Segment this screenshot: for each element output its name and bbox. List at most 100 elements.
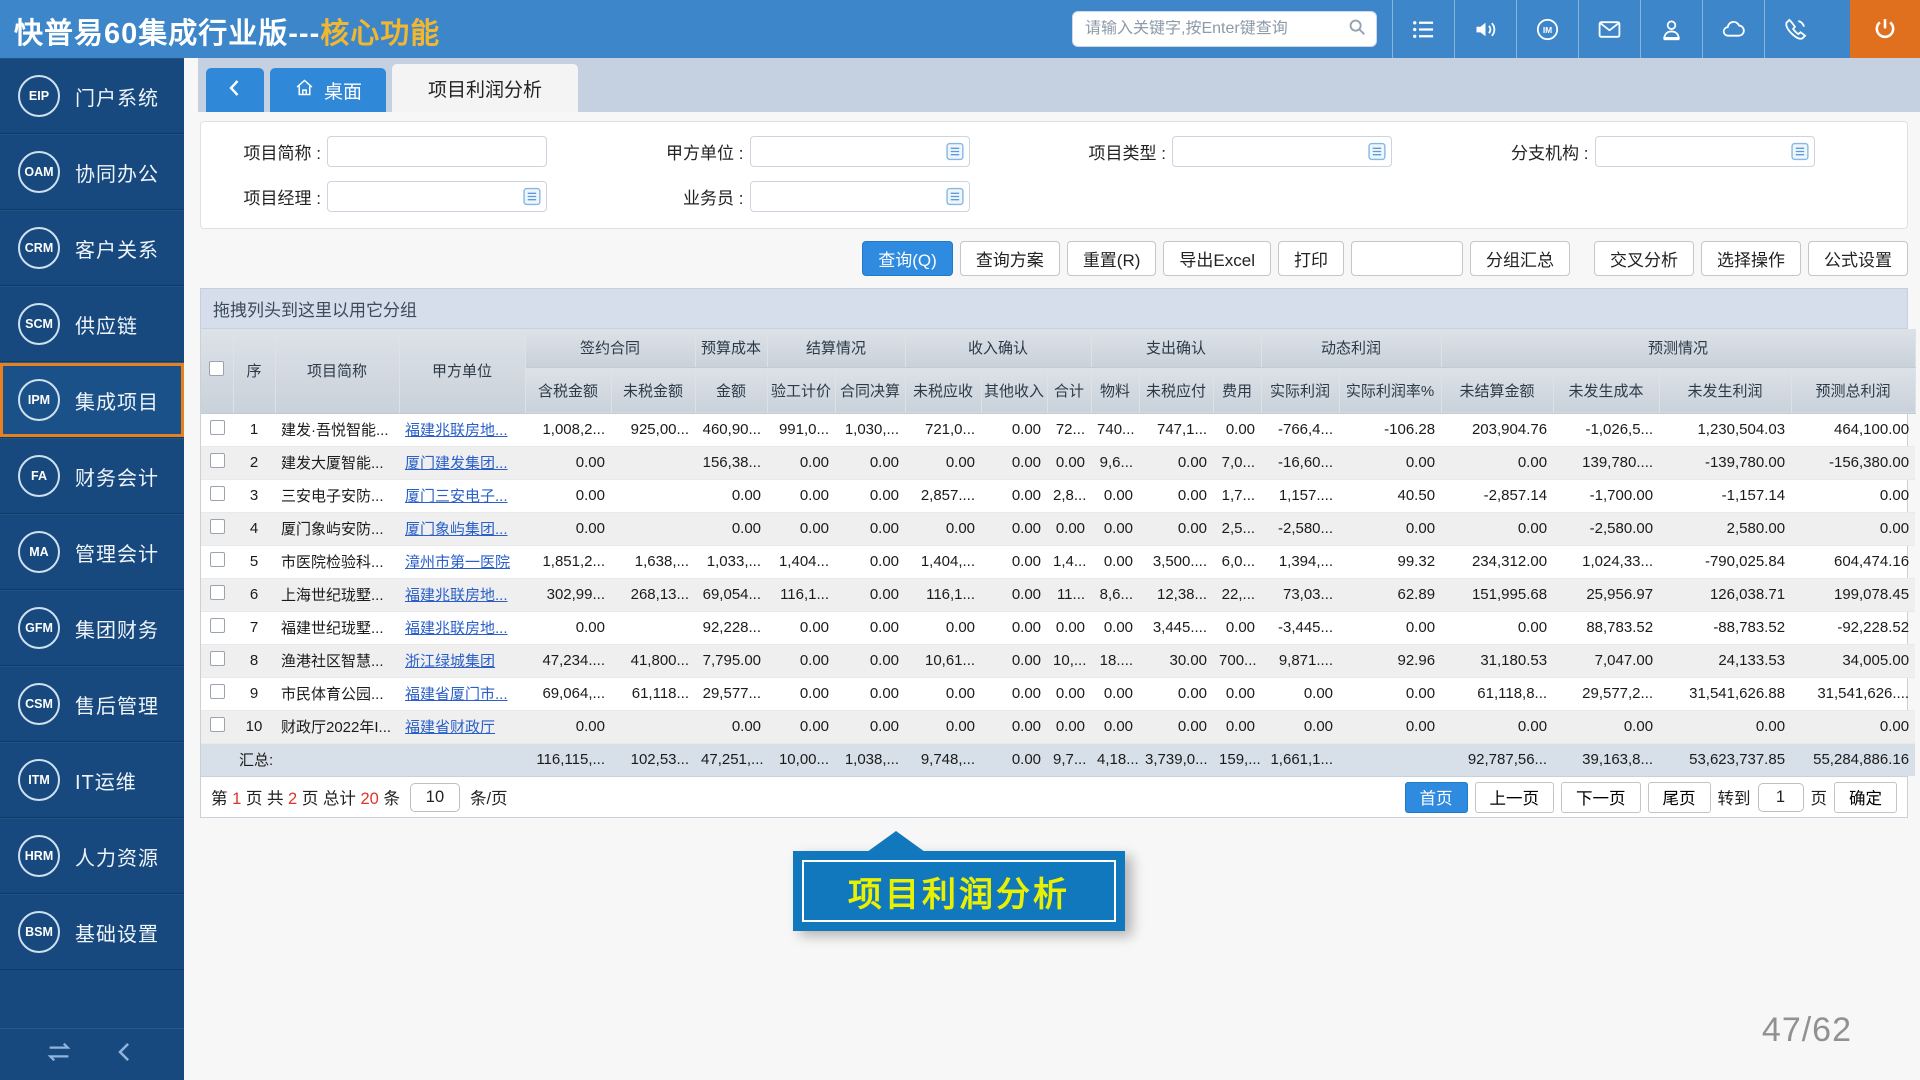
column-header[interactable]: 未结算金额	[1441, 367, 1553, 413]
row-checkbox[interactable]	[210, 717, 225, 732]
column-header[interactable]: 费用	[1213, 367, 1261, 413]
column-header[interactable]: 实际利润率%	[1339, 367, 1441, 413]
column-header[interactable]: 验工计价	[767, 367, 835, 413]
cross-analysis-button[interactable]: 交叉分析	[1594, 241, 1694, 276]
row-checkbox[interactable]	[210, 486, 225, 501]
project-name-field[interactable]	[334, 143, 542, 160]
row-checkbox[interactable]	[210, 618, 225, 633]
confirm-button[interactable]: 确定	[1834, 782, 1897, 813]
column-header[interactable]: 未税应付	[1139, 367, 1213, 413]
sidebar-item-gfm[interactable]: GFM集团财务	[0, 590, 184, 666]
row-checkbox[interactable]	[210, 420, 225, 435]
sidebar-item-ma[interactable]: MA管理会计	[0, 514, 184, 590]
column-header[interactable]: 含税金额	[525, 367, 611, 413]
row-checkbox[interactable]	[210, 651, 225, 666]
client-link[interactable]: 福建兆联房地...	[405, 422, 508, 439]
sidebar-item-hrm[interactable]: HRM人力资源	[0, 818, 184, 894]
column-header[interactable]: 合同决算	[835, 367, 905, 413]
tab-desktop[interactable]: 桌面	[270, 68, 386, 112]
client-link[interactable]: 福建兆联房地...	[405, 620, 508, 637]
speaker-icon[interactable]	[1454, 0, 1516, 58]
table-row[interactable]: 10财政厅2022年I...福建省财政厅0.000.000.000.000.00…	[201, 710, 1915, 743]
menu-icon[interactable]	[1392, 0, 1454, 58]
collapse-chevron-icon[interactable]	[110, 1037, 140, 1072]
column-header[interactable]: 其他收入	[981, 367, 1047, 413]
sidebar-item-itm[interactable]: ITMIT运维	[0, 742, 184, 818]
column-header[interactable]: 金额	[695, 367, 767, 413]
goto-page-input[interactable]: 1	[1758, 783, 1804, 812]
tab-back-button[interactable]	[206, 68, 264, 112]
column-group-header[interactable]: 预测情况	[1441, 329, 1915, 367]
row-checkbox[interactable]	[210, 585, 225, 600]
manager-field[interactable]	[334, 188, 523, 205]
select-operation-button[interactable]: 选择操作	[1701, 241, 1801, 276]
column-header[interactable]: 物料	[1091, 367, 1139, 413]
phone-icon[interactable]	[1764, 0, 1826, 58]
first-page-button[interactable]: 首页	[1405, 782, 1468, 813]
salesman-field[interactable]	[757, 188, 946, 205]
lookup-icon[interactable]	[946, 187, 965, 206]
table-row[interactable]: 8渔港社区智慧...浙江绿城集团47,234....41,800...7,795…	[201, 644, 1915, 677]
group-by-drop-zone[interactable]: 拖拽列头到这里以用它分组	[200, 288, 1908, 328]
row-checkbox[interactable]	[210, 552, 225, 567]
client-field[interactable]	[757, 143, 946, 160]
column-group-header[interactable]: 结算情况	[767, 329, 905, 367]
sidebar-item-fa[interactable]: FA财务会计	[0, 438, 184, 514]
sidebar-item-ipm[interactable]: IPM集成项目	[0, 362, 184, 438]
table-row[interactable]: 2建发大厦智能...厦门建发集团...0.00156,38...0.000.00…	[201, 446, 1915, 479]
sidebar-item-crm[interactable]: CRM客户关系	[0, 210, 184, 286]
search-icon[interactable]	[1346, 16, 1368, 43]
column-header[interactable]: 合计	[1047, 367, 1091, 413]
im-icon[interactable]: IM	[1516, 0, 1578, 58]
export-excel-button[interactable]: 导出Excel	[1163, 241, 1271, 276]
search-input[interactable]	[1085, 20, 1346, 38]
client-link[interactable]: 福建省厦门市...	[405, 686, 508, 703]
lookup-icon[interactable]	[523, 187, 542, 206]
print-button[interactable]: 打印	[1278, 241, 1344, 276]
last-page-button[interactable]: 尾页	[1648, 782, 1711, 813]
column-group-header[interactable]: 收入确认	[905, 329, 1091, 367]
sidebar-item-scm[interactable]: SCM供应链	[0, 286, 184, 362]
row-checkbox[interactable]	[210, 519, 225, 534]
row-checkbox[interactable]	[210, 453, 225, 468]
branch-field[interactable]	[1602, 143, 1791, 160]
column-header[interactable]: 未税金额	[611, 367, 695, 413]
client-link[interactable]: 福建省财政厅	[405, 719, 495, 736]
client-link[interactable]: 厦门象屿集团...	[405, 521, 508, 538]
column-group-header[interactable]: 动态利润	[1261, 329, 1441, 367]
tab-project-profit-analysis[interactable]: 项目利润分析	[392, 64, 578, 112]
table-row[interactable]: 6上海世纪珑墅...福建兆联房地...302,99...268,13...69,…	[201, 578, 1915, 611]
table-row[interactable]: 1建发·吾悦智能...福建兆联房地...1,008,2...925,00...4…	[201, 413, 1915, 446]
lookup-icon[interactable]	[1368, 142, 1387, 161]
next-page-button[interactable]: 下一页	[1561, 782, 1641, 813]
column-header[interactable]: 未发生成本	[1553, 367, 1659, 413]
table-row[interactable]: 3三安电子安防...厦门三安电子...0.000.000.000.002,857…	[201, 479, 1915, 512]
sidebar-item-bsm[interactable]: BSM基础设置	[0, 894, 184, 970]
user-icon[interactable]	[1640, 0, 1702, 58]
column-header[interactable]: 实际利润	[1261, 367, 1339, 413]
power-icon[interactable]	[1850, 0, 1920, 58]
project-type-field[interactable]	[1179, 143, 1368, 160]
row-checkbox[interactable]	[210, 684, 225, 699]
client-link[interactable]: 浙江绿城集团	[405, 653, 495, 670]
column-header[interactable]: 项目简称	[275, 329, 399, 413]
client-link[interactable]: 厦门三安电子...	[405, 488, 508, 505]
lookup-icon[interactable]	[1791, 142, 1810, 161]
column-group-header[interactable]: 支出确认	[1091, 329, 1261, 367]
client-link[interactable]: 福建兆联房地...	[405, 587, 508, 604]
client-link[interactable]: 漳州市第一医院	[405, 554, 510, 571]
column-header[interactable]: 序	[233, 329, 275, 413]
sidebar-item-oam[interactable]: OAM协同办公	[0, 134, 184, 210]
group-summary-button[interactable]: 分组汇总	[1470, 241, 1570, 276]
mail-icon[interactable]	[1578, 0, 1640, 58]
column-group-header[interactable]: 签约合同	[525, 329, 695, 367]
column-header[interactable]: 预测总利润	[1791, 367, 1915, 413]
swap-icon[interactable]	[44, 1037, 74, 1072]
sidebar-item-csm[interactable]: CSM售后管理	[0, 666, 184, 742]
table-row[interactable]: 5市医院检验科...漳州市第一医院1,851,2...1,638,...1,03…	[201, 545, 1915, 578]
cloud-icon[interactable]	[1702, 0, 1764, 58]
column-header[interactable]: 未发生利润	[1659, 367, 1791, 413]
reset-button[interactable]: 重置(R)	[1067, 241, 1157, 276]
table-row[interactable]: 9市民体育公园...福建省厦门市...69,064,...61,118...29…	[201, 677, 1915, 710]
select-all-checkbox[interactable]	[209, 361, 224, 376]
